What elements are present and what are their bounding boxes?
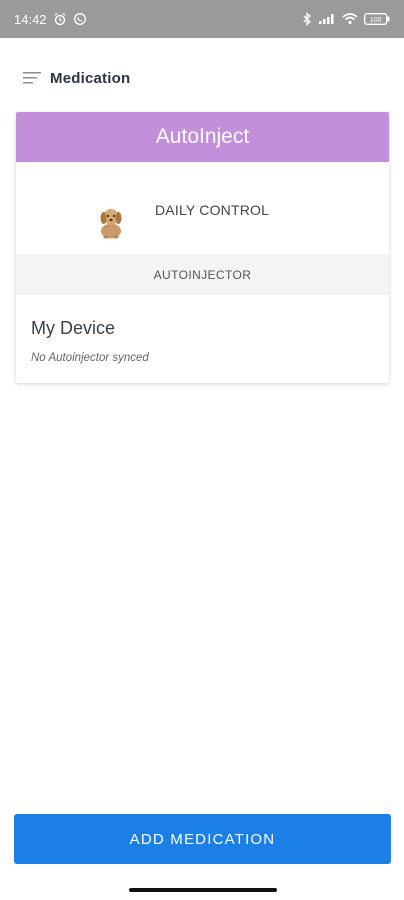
page-title: Medication [50, 69, 131, 87]
add-medication-button[interactable]: ADD MEDICATION [14, 814, 391, 864]
battery-icon: 100 [364, 13, 390, 25]
battery-level: 100 [370, 17, 382, 24]
product-label: DAILY CONTROL [155, 202, 270, 218]
section-header: AUTOINJECTOR [16, 254, 389, 295]
whatsapp-icon [73, 12, 87, 26]
app-bar: Medication [0, 58, 404, 98]
wifi-icon [342, 13, 358, 25]
status-bar: 14:42 100 [0, 0, 404, 38]
home-indicator[interactable] [129, 888, 277, 892]
device-name: My Device [31, 318, 116, 338]
device-status: No Autoinjector synced [31, 352, 149, 364]
product-row[interactable]: DAILY CONTROL [16, 162, 389, 254]
bluetooth-icon [302, 12, 312, 26]
menu-icon[interactable] [14, 60, 50, 96]
dog-image [100, 209, 122, 239]
signal-icon [318, 13, 336, 25]
alarm-icon [53, 12, 67, 26]
card-header: AutoInject [16, 112, 389, 162]
status-time: 14:42 [14, 11, 47, 27]
device-card[interactable]: AutoInject DAILY CONTROL AUTOINJECTOR My… [16, 112, 389, 383]
